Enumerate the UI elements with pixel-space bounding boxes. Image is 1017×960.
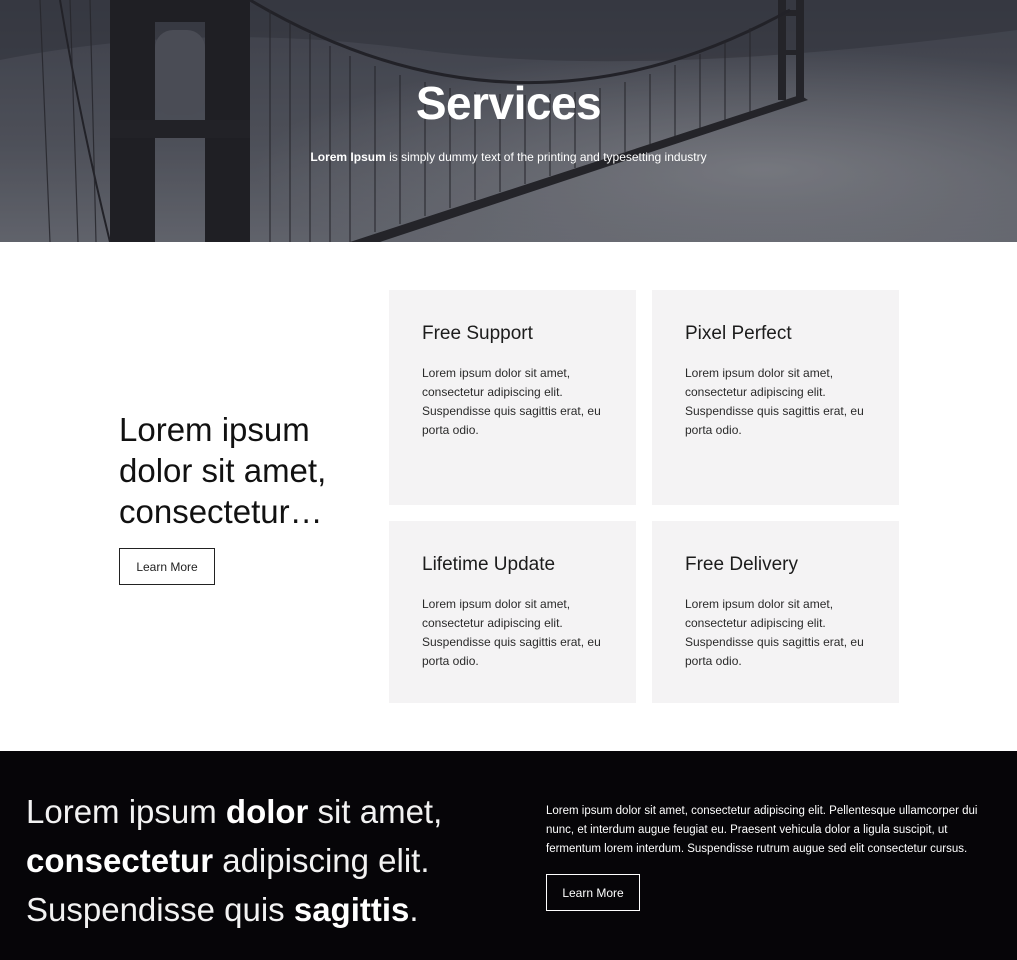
- hero-subtitle-bold: Lorem Ipsum: [310, 150, 386, 164]
- cta-heading-bold: dolor: [225, 793, 309, 830]
- cta-heading-part: Lorem ipsum: [26, 793, 226, 830]
- service-card-title: Free Delivery: [685, 554, 798, 575]
- service-card-title: Pixel Perfect: [685, 323, 792, 344]
- cta-heading-bold: consectetur: [26, 842, 214, 879]
- cta-learn-more-button[interactable]: Learn More: [546, 874, 640, 911]
- service-card-text: Lorem ipsum dolor sit amet, consectetur …: [422, 597, 601, 668]
- cta-heading-part: Suspendisse quis: [26, 891, 294, 928]
- service-card-text: Lorem ipsum dolor sit amet, consectetur …: [685, 366, 864, 437]
- service-card-lifetime-update: Lifetime Update Lorem ipsum dolor sit am…: [389, 521, 636, 703]
- service-card-free-delivery: Free Delivery Lorem ipsum dolor sit amet…: [652, 521, 899, 703]
- cta-heading-part: sit amet,: [308, 793, 443, 830]
- services-lead-heading: Lorem ipsum dolor sit amet, consectetur…: [119, 411, 327, 530]
- cta-paragraph: Lorem ipsum dolor sit amet, consectetur …: [546, 805, 978, 855]
- cta-band: Lorem ipsum dolor sit amet, consectetur a…: [0, 751, 1017, 960]
- page-title: Services: [415, 77, 602, 129]
- hero-subtitle-text: is simply dummy text of the printing and…: [385, 150, 707, 164]
- service-card-pixel-perfect: Pixel Perfect Lorem ipsum dolor sit amet…: [652, 290, 899, 505]
- cta-heading-part: adipiscing elit.: [213, 842, 430, 879]
- cta-heading-bold: sagittis: [293, 891, 410, 928]
- hero-banner: Services Lorem Ipsum is simply dummy tex…: [0, 0, 1017, 242]
- cta-heading: Lorem ipsum dolor sit amet, consectetur a…: [26, 787, 496, 934]
- cta-heading-part: .: [409, 891, 419, 928]
- services-section: Lorem ipsum dolor sit amet, consectetur……: [0, 242, 1017, 751]
- learn-more-button[interactable]: Learn More: [119, 548, 215, 585]
- service-card-free-support: Free Support Lorem ipsum dolor sit amet,…: [389, 290, 636, 505]
- service-card-text: Lorem ipsum dolor sit amet, consectetur …: [422, 366, 601, 437]
- hero-subtitle: Lorem Ipsum is simply dummy text of the …: [0, 150, 1017, 164]
- service-card-title: Free Support: [422, 323, 533, 344]
- service-card-title: Lifetime Update: [422, 554, 556, 575]
- service-card-text: Lorem ipsum dolor sit amet, consectetur …: [685, 597, 864, 668]
